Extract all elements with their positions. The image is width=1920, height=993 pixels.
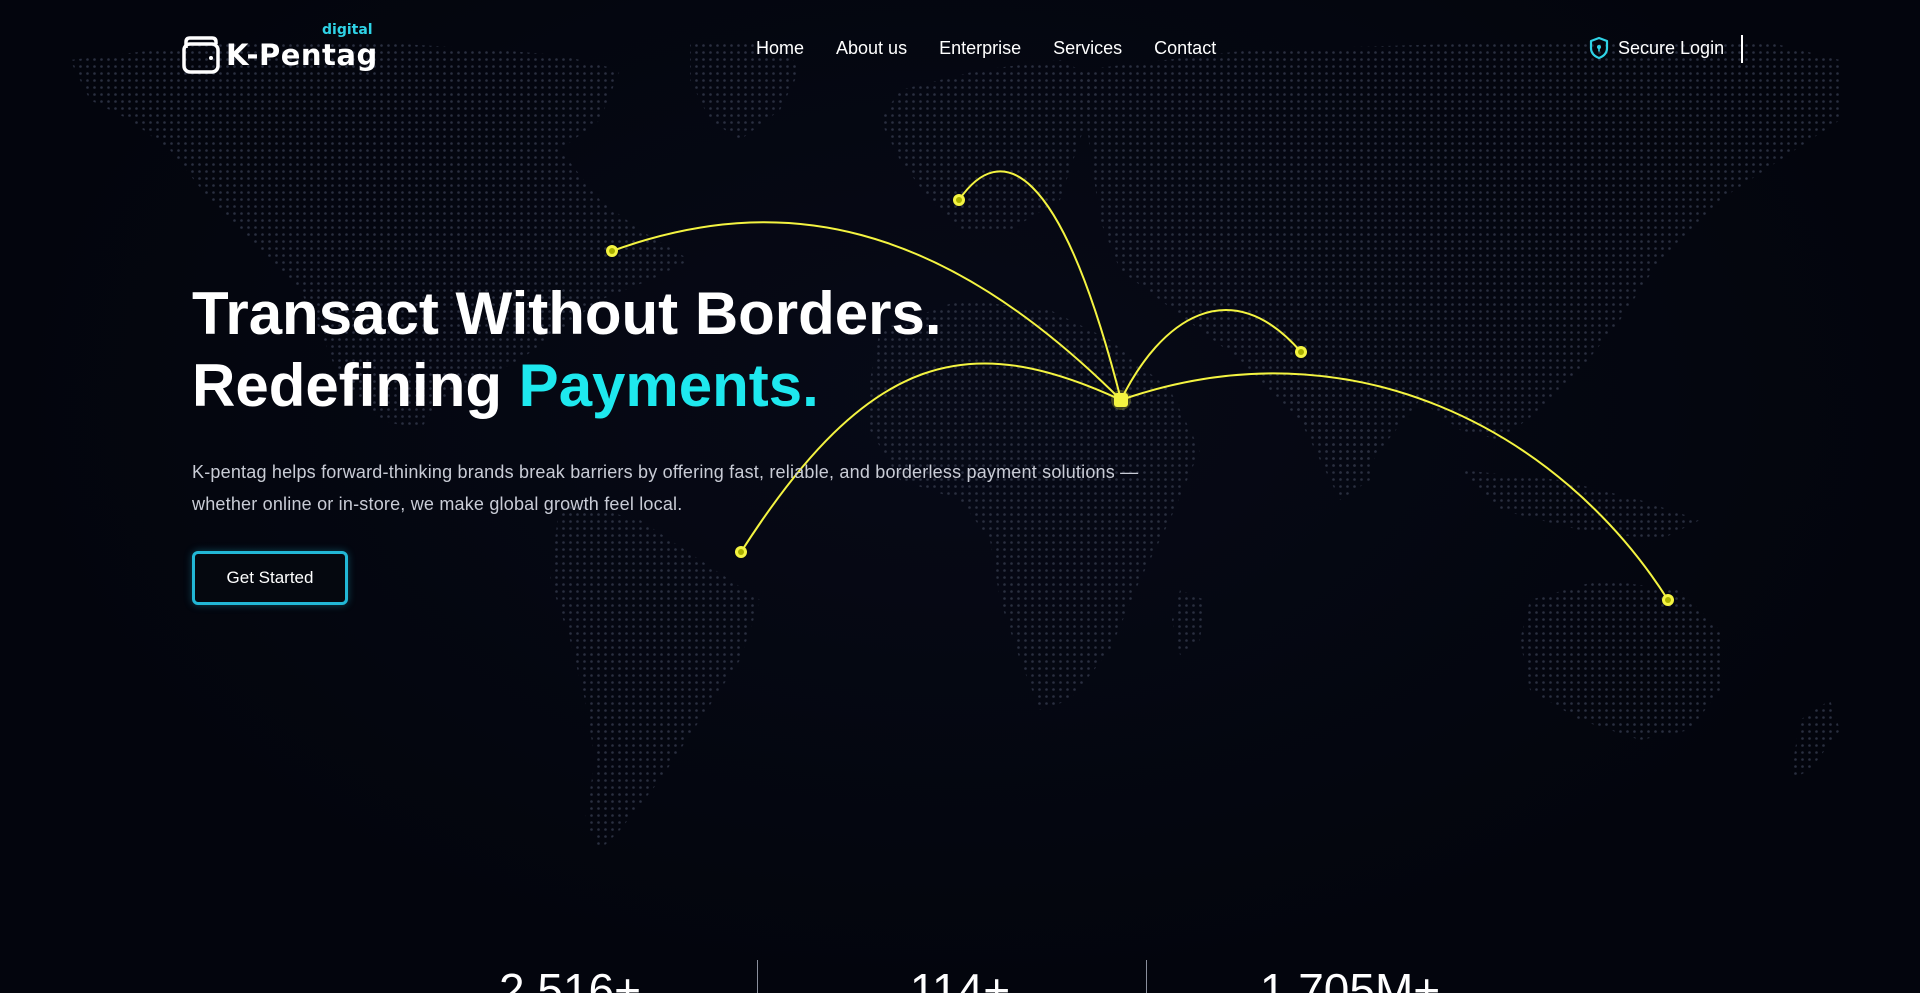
secure-login-button[interactable]: Secure Login [1588, 36, 1724, 60]
nav-link-enterprise[interactable]: Enterprise [939, 38, 1021, 59]
hero-description: K-pentag helps forward-thinking brands b… [192, 462, 1139, 514]
nav-link-home[interactable]: Home [756, 38, 804, 59]
route-node [1662, 594, 1674, 606]
route-node [1295, 346, 1307, 358]
brand-name: K-Pentag [226, 38, 378, 72]
route-node [953, 194, 965, 206]
continent-australia [1520, 580, 1720, 740]
brand-tagline: digital [322, 22, 373, 38]
site-header: K-Pentag digital Home About us Enterpris… [0, 0, 1920, 100]
continent-india [1280, 380, 1380, 500]
main-nav: Home About us Enterprise Services Contac… [756, 38, 1216, 59]
route-node [606, 245, 618, 257]
route-hub-node-core [1114, 393, 1128, 407]
continent-new-zealand [1790, 700, 1840, 780]
continent-asia [1080, 40, 1840, 480]
hero-title: Transact Without Borders. Redefining Pay… [192, 278, 942, 422]
route-hub-node [1111, 390, 1131, 410]
route-arc [1120, 309, 1302, 401]
hero-title-accent: Payments. [518, 352, 819, 419]
hero-title-line2-prefix: Redefining [192, 352, 519, 419]
nav-link-contact[interactable]: Contact [1154, 38, 1216, 59]
stat-divider [757, 960, 758, 993]
get-started-button[interactable]: Get Started [192, 551, 348, 605]
route-node [735, 546, 747, 558]
continent-south-america [550, 500, 760, 850]
header-divider [1741, 35, 1743, 63]
stat-value: 1,705M+ [1259, 964, 1441, 993]
route-arc [958, 170, 1122, 401]
landing-page: K-Pentag digital Home About us Enterpris… [0, 0, 1920, 993]
stat-value: 2,516+ [499, 964, 641, 993]
stats-bar: 2,516+ 114+ 1,705M+ [0, 955, 1920, 993]
route-arc [1120, 372, 1669, 601]
stat-value: 114+ [909, 964, 1011, 993]
secure-login-label: Secure Login [1618, 37, 1725, 58]
nav-link-about-us[interactable]: About us [836, 38, 907, 59]
wallet-icon [182, 36, 220, 74]
stat-divider [1146, 960, 1147, 993]
brand-logo[interactable]: K-Pentag digital [182, 22, 382, 78]
continent-madagascar [1172, 590, 1205, 655]
nav-link-services[interactable]: Services [1053, 38, 1122, 59]
hero-title-line1: Transact Without Borders. [192, 280, 942, 347]
shield-lock-icon [1589, 36, 1609, 60]
continent-indonesia [1460, 470, 1700, 540]
